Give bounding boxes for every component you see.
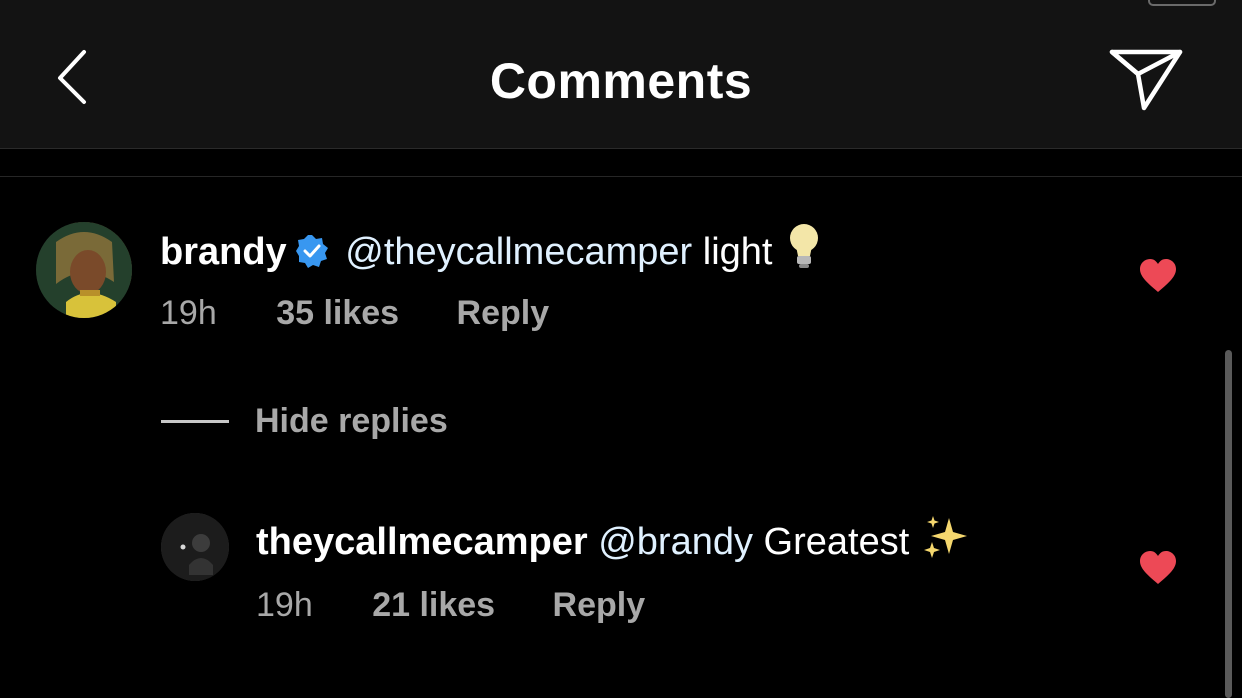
page-title: Comments [489,53,753,109]
likes-count[interactable]: 21 likes [372,586,495,625]
battery-icon [1148,0,1216,6]
reply-time: 19h [256,586,313,624]
avatar-image [36,222,132,318]
mention-link[interactable]: @brandy [598,521,753,563]
divider [0,176,1242,177]
comment-body: light [702,231,773,273]
reply-username[interactable]: theycallmecamper [256,521,588,563]
like-button[interactable] [1138,550,1178,586]
reply-body: Greatest [763,521,910,563]
reply-text: theycallmecamper @brandy Greatest [256,514,969,570]
hide-replies-button[interactable]: Hide replies [161,402,448,446]
avatar-image [161,513,229,581]
heart-icon [1140,259,1176,292]
comment-username[interactable]: brandy [160,231,287,273]
share-button[interactable] [1104,40,1190,116]
scrollbar[interactable] [1225,350,1232,698]
thread-line [161,420,229,423]
comment-text: brandy @theycallmecamper light [160,222,822,280]
paper-plane-icon [1109,49,1183,111]
heart-icon [1140,551,1176,584]
top-bar: Comments [0,0,1242,149]
hide-replies-label: Hide replies [255,402,448,440]
reply-button[interactable]: Reply [553,586,646,625]
reply-meta: 19h 21 likes Reply [256,586,645,625]
like-button[interactable] [1138,258,1178,294]
comment-meta: 19h 35 likes Reply [160,294,549,333]
reply-button[interactable]: Reply [457,294,550,333]
avatar[interactable] [36,222,132,318]
sparkles-icon [923,514,969,570]
lightbulb-icon [786,222,822,280]
mention-link[interactable]: @theycallmecamper [345,231,692,273]
reply-avatar[interactable] [161,513,229,581]
likes-count[interactable]: 35 likes [276,294,399,333]
comment-time: 19h [160,294,217,332]
verified-badge-icon [295,234,329,268]
